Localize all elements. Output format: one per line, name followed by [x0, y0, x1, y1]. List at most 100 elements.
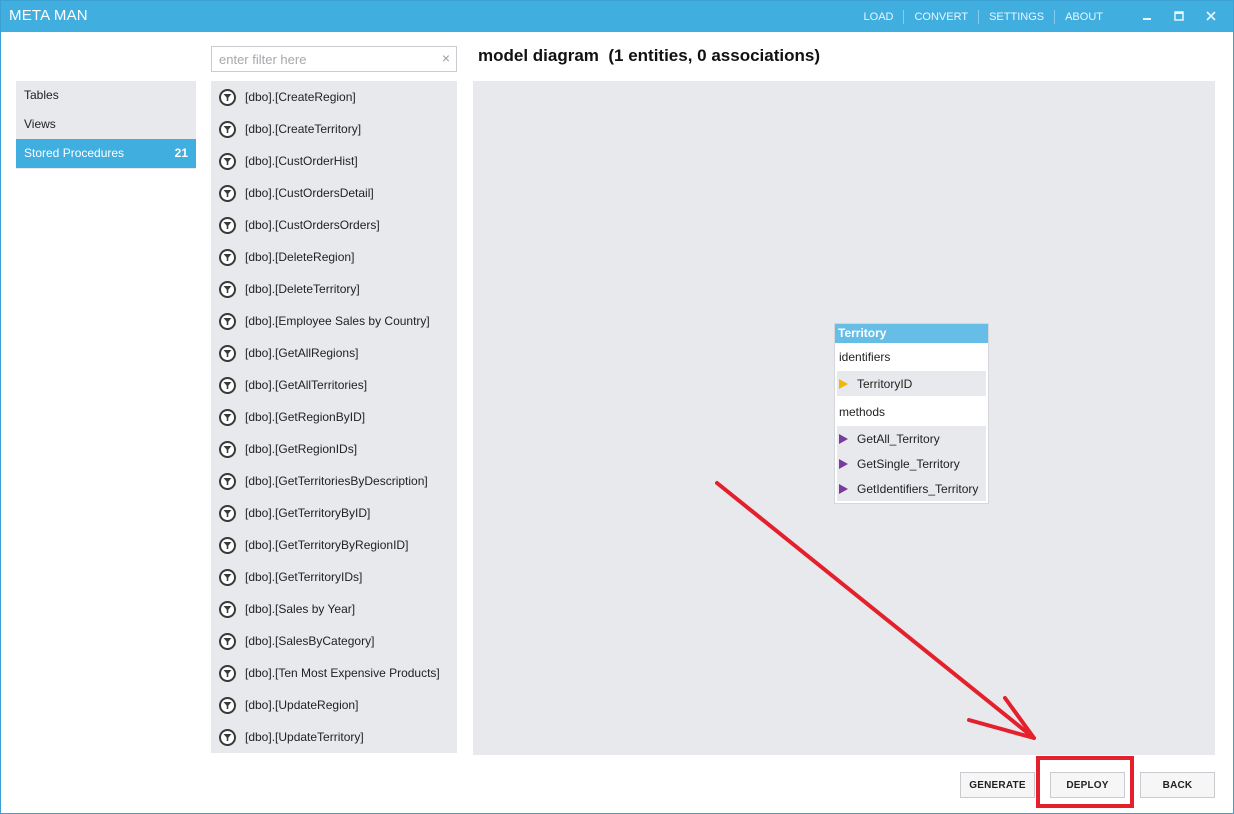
- filter-funnel-icon: [219, 408, 236, 426]
- filter-funnel-icon: [219, 664, 236, 682]
- filter-funnel-icon: [219, 152, 236, 170]
- filter-funnel-icon: [219, 184, 236, 202]
- filter-funnel-icon: [219, 120, 236, 138]
- procedure-label: [dbo].[GetAllTerritories]: [245, 378, 368, 392]
- method-label: GetSingle_Territory: [857, 456, 960, 471]
- filter-funnel-icon: [219, 440, 236, 458]
- sidebar-item-label: Stored Procedures: [24, 146, 125, 160]
- procedure-item[interactable]: [dbo].[GetTerritoryByRegionID]: [211, 529, 457, 561]
- nav-about[interactable]: ABOUT: [1055, 11, 1113, 23]
- title-bar: META MAN LOAD CONVERT SETTINGS ABOUT: [1, 1, 1233, 32]
- clear-filter-icon[interactable]: ×: [442, 50, 450, 66]
- sidebar-item-stored-procedures[interactable]: Stored Procedures 21: [16, 139, 196, 168]
- identifier-label: TerritoryID: [857, 376, 913, 391]
- maximize-button[interactable]: [1163, 5, 1195, 27]
- sidebar-item-views[interactable]: Views: [16, 110, 196, 139]
- procedure-item[interactable]: [dbo].[GetTerritoriesByDescription]: [211, 465, 457, 497]
- entity-name: Territory: [835, 324, 988, 343]
- procedure-item[interactable]: [dbo].[Sales by Year]: [211, 593, 457, 625]
- procedure-item[interactable]: [dbo].[DeleteRegion]: [211, 241, 457, 273]
- nav-convert[interactable]: CONVERT: [904, 11, 978, 23]
- procedure-label: [dbo].[CustOrdersDetail]: [245, 186, 374, 200]
- generate-button[interactable]: GENERATE: [960, 772, 1035, 798]
- method-arrow-icon: [839, 458, 848, 469]
- filter-funnel-icon: [219, 344, 236, 362]
- procedure-list: [dbo].[CreateRegion] [dbo].[CreateTerrito…: [211, 81, 457, 753]
- app-window: META MAN LOAD CONVERT SETTINGS ABOUT Tab…: [0, 0, 1234, 814]
- filter-box: ×: [211, 46, 457, 72]
- procedure-item[interactable]: [dbo].[GetAllRegions]: [211, 337, 457, 369]
- procedure-label: [dbo].[CreateTerritory]: [245, 122, 362, 136]
- identifier-arrow-icon: [839, 378, 848, 389]
- procedure-label: [dbo].[Ten Most Expensive Products]: [245, 666, 440, 680]
- filter-funnel-icon: [219, 696, 236, 714]
- procedure-item[interactable]: [dbo].[GetRegionByID]: [211, 401, 457, 433]
- procedure-label: [dbo].[GetRegionIDs]: [245, 442, 358, 456]
- procedure-item[interactable]: [dbo].[GetTerritoryByID]: [211, 497, 457, 529]
- nav-load[interactable]: LOAD: [854, 11, 904, 23]
- procedure-label: [dbo].[DeleteTerritory]: [245, 282, 360, 296]
- nav-settings[interactable]: SETTINGS: [979, 11, 1054, 23]
- procedure-item[interactable]: [dbo].[Employee Sales by Country]: [211, 305, 457, 337]
- procedure-item[interactable]: [dbo].[Ten Most Expensive Products]: [211, 657, 457, 689]
- procedure-item[interactable]: [dbo].[UpdateTerritory]: [211, 721, 457, 753]
- procedure-item[interactable]: [dbo].[UpdateRegion]: [211, 689, 457, 721]
- procedure-item[interactable]: [dbo].[CustOrdersDetail]: [211, 177, 457, 209]
- procedure-label: [dbo].[GetTerritoryIDs]: [245, 570, 363, 584]
- procedure-item[interactable]: [dbo].[CustOrderHist]: [211, 145, 457, 177]
- diagram-title: model diagram (1 entities, 0 association…: [478, 46, 820, 65]
- close-button[interactable]: [1195, 5, 1227, 27]
- sidebar-item-label: Views: [24, 117, 56, 131]
- method-label: GetAll_Territory: [857, 431, 940, 446]
- identifier-row[interactable]: TerritoryID: [837, 371, 986, 396]
- window-controls: [1131, 5, 1227, 27]
- methods-heading: methods: [835, 398, 988, 426]
- procedure-label: [dbo].[DeleteRegion]: [245, 250, 355, 264]
- identifiers-list: TerritoryID: [835, 371, 988, 398]
- procedure-label: [dbo].[GetTerritoriesByDescription]: [245, 474, 428, 488]
- method-row[interactable]: GetIdentifiers_Territory: [837, 476, 986, 501]
- entity-card[interactable]: Territory identifiers TerritoryID method…: [834, 323, 989, 504]
- filter-funnel-icon: [219, 728, 236, 746]
- filter-funnel-icon: [219, 88, 236, 106]
- count-badge: 21: [174, 146, 188, 160]
- procedure-label: [dbo].[GetRegionByID]: [245, 410, 366, 424]
- deploy-button[interactable]: DEPLOY: [1050, 772, 1125, 798]
- procedure-label: [dbo].[UpdateRegion]: [245, 698, 359, 712]
- procedure-label: [dbo].[CustOrdersOrders]: [245, 218, 380, 232]
- filter-funnel-icon: [219, 472, 236, 490]
- filter-funnel-icon: [219, 536, 236, 554]
- procedure-item[interactable]: [dbo].[SalesByCategory]: [211, 625, 457, 657]
- procedure-label: [dbo].[CreateRegion]: [245, 90, 356, 104]
- procedure-item[interactable]: [dbo].[CreateRegion]: [211, 81, 457, 113]
- method-arrow-icon: [839, 433, 848, 444]
- back-button[interactable]: BACK: [1140, 772, 1215, 798]
- procedure-item[interactable]: [dbo].[CustOrdersOrders]: [211, 209, 457, 241]
- procedure-label: [dbo].[CustOrderHist]: [245, 154, 358, 168]
- minimize-button[interactable]: [1131, 5, 1163, 27]
- model-diagram-canvas[interactable]: Territory identifiers TerritoryID method…: [473, 81, 1215, 755]
- procedure-item[interactable]: [dbo].[GetAllTerritories]: [211, 369, 457, 401]
- filter-funnel-icon: [219, 216, 236, 234]
- procedure-label: [dbo].[UpdateTerritory]: [245, 730, 364, 744]
- procedure-label: [dbo].[GetTerritoryByRegionID]: [245, 538, 409, 552]
- method-row[interactable]: GetSingle_Territory: [837, 451, 986, 476]
- filter-funnel-icon: [219, 568, 236, 586]
- procedure-item[interactable]: [dbo].[GetTerritoryIDs]: [211, 561, 457, 593]
- close-icon: [1206, 11, 1216, 21]
- procedure-label: [dbo].[GetTerritoryByID]: [245, 506, 371, 520]
- method-row[interactable]: GetAll_Territory: [837, 426, 986, 451]
- filter-funnel-icon: [219, 248, 236, 266]
- filter-funnel-icon: [219, 312, 236, 330]
- procedure-item[interactable]: [dbo].[DeleteTerritory]: [211, 273, 457, 305]
- procedure-label: [dbo].[Employee Sales by Country]: [245, 314, 430, 328]
- filter-input[interactable]: [212, 47, 432, 71]
- sidebar-item-label: Tables: [24, 88, 59, 102]
- methods-list: GetAll_Territory GetSingle_Territory Get…: [835, 426, 988, 503]
- sidebar-item-tables[interactable]: Tables: [16, 81, 196, 110]
- procedure-item[interactable]: [dbo].[CreateTerritory]: [211, 113, 457, 145]
- procedure-item[interactable]: [dbo].[GetRegionIDs]: [211, 433, 457, 465]
- procedure-label: [dbo].[SalesByCategory]: [245, 634, 375, 648]
- object-type-nav: Tables Views Stored Procedures 21: [16, 81, 196, 169]
- filter-funnel-icon: [219, 376, 236, 394]
